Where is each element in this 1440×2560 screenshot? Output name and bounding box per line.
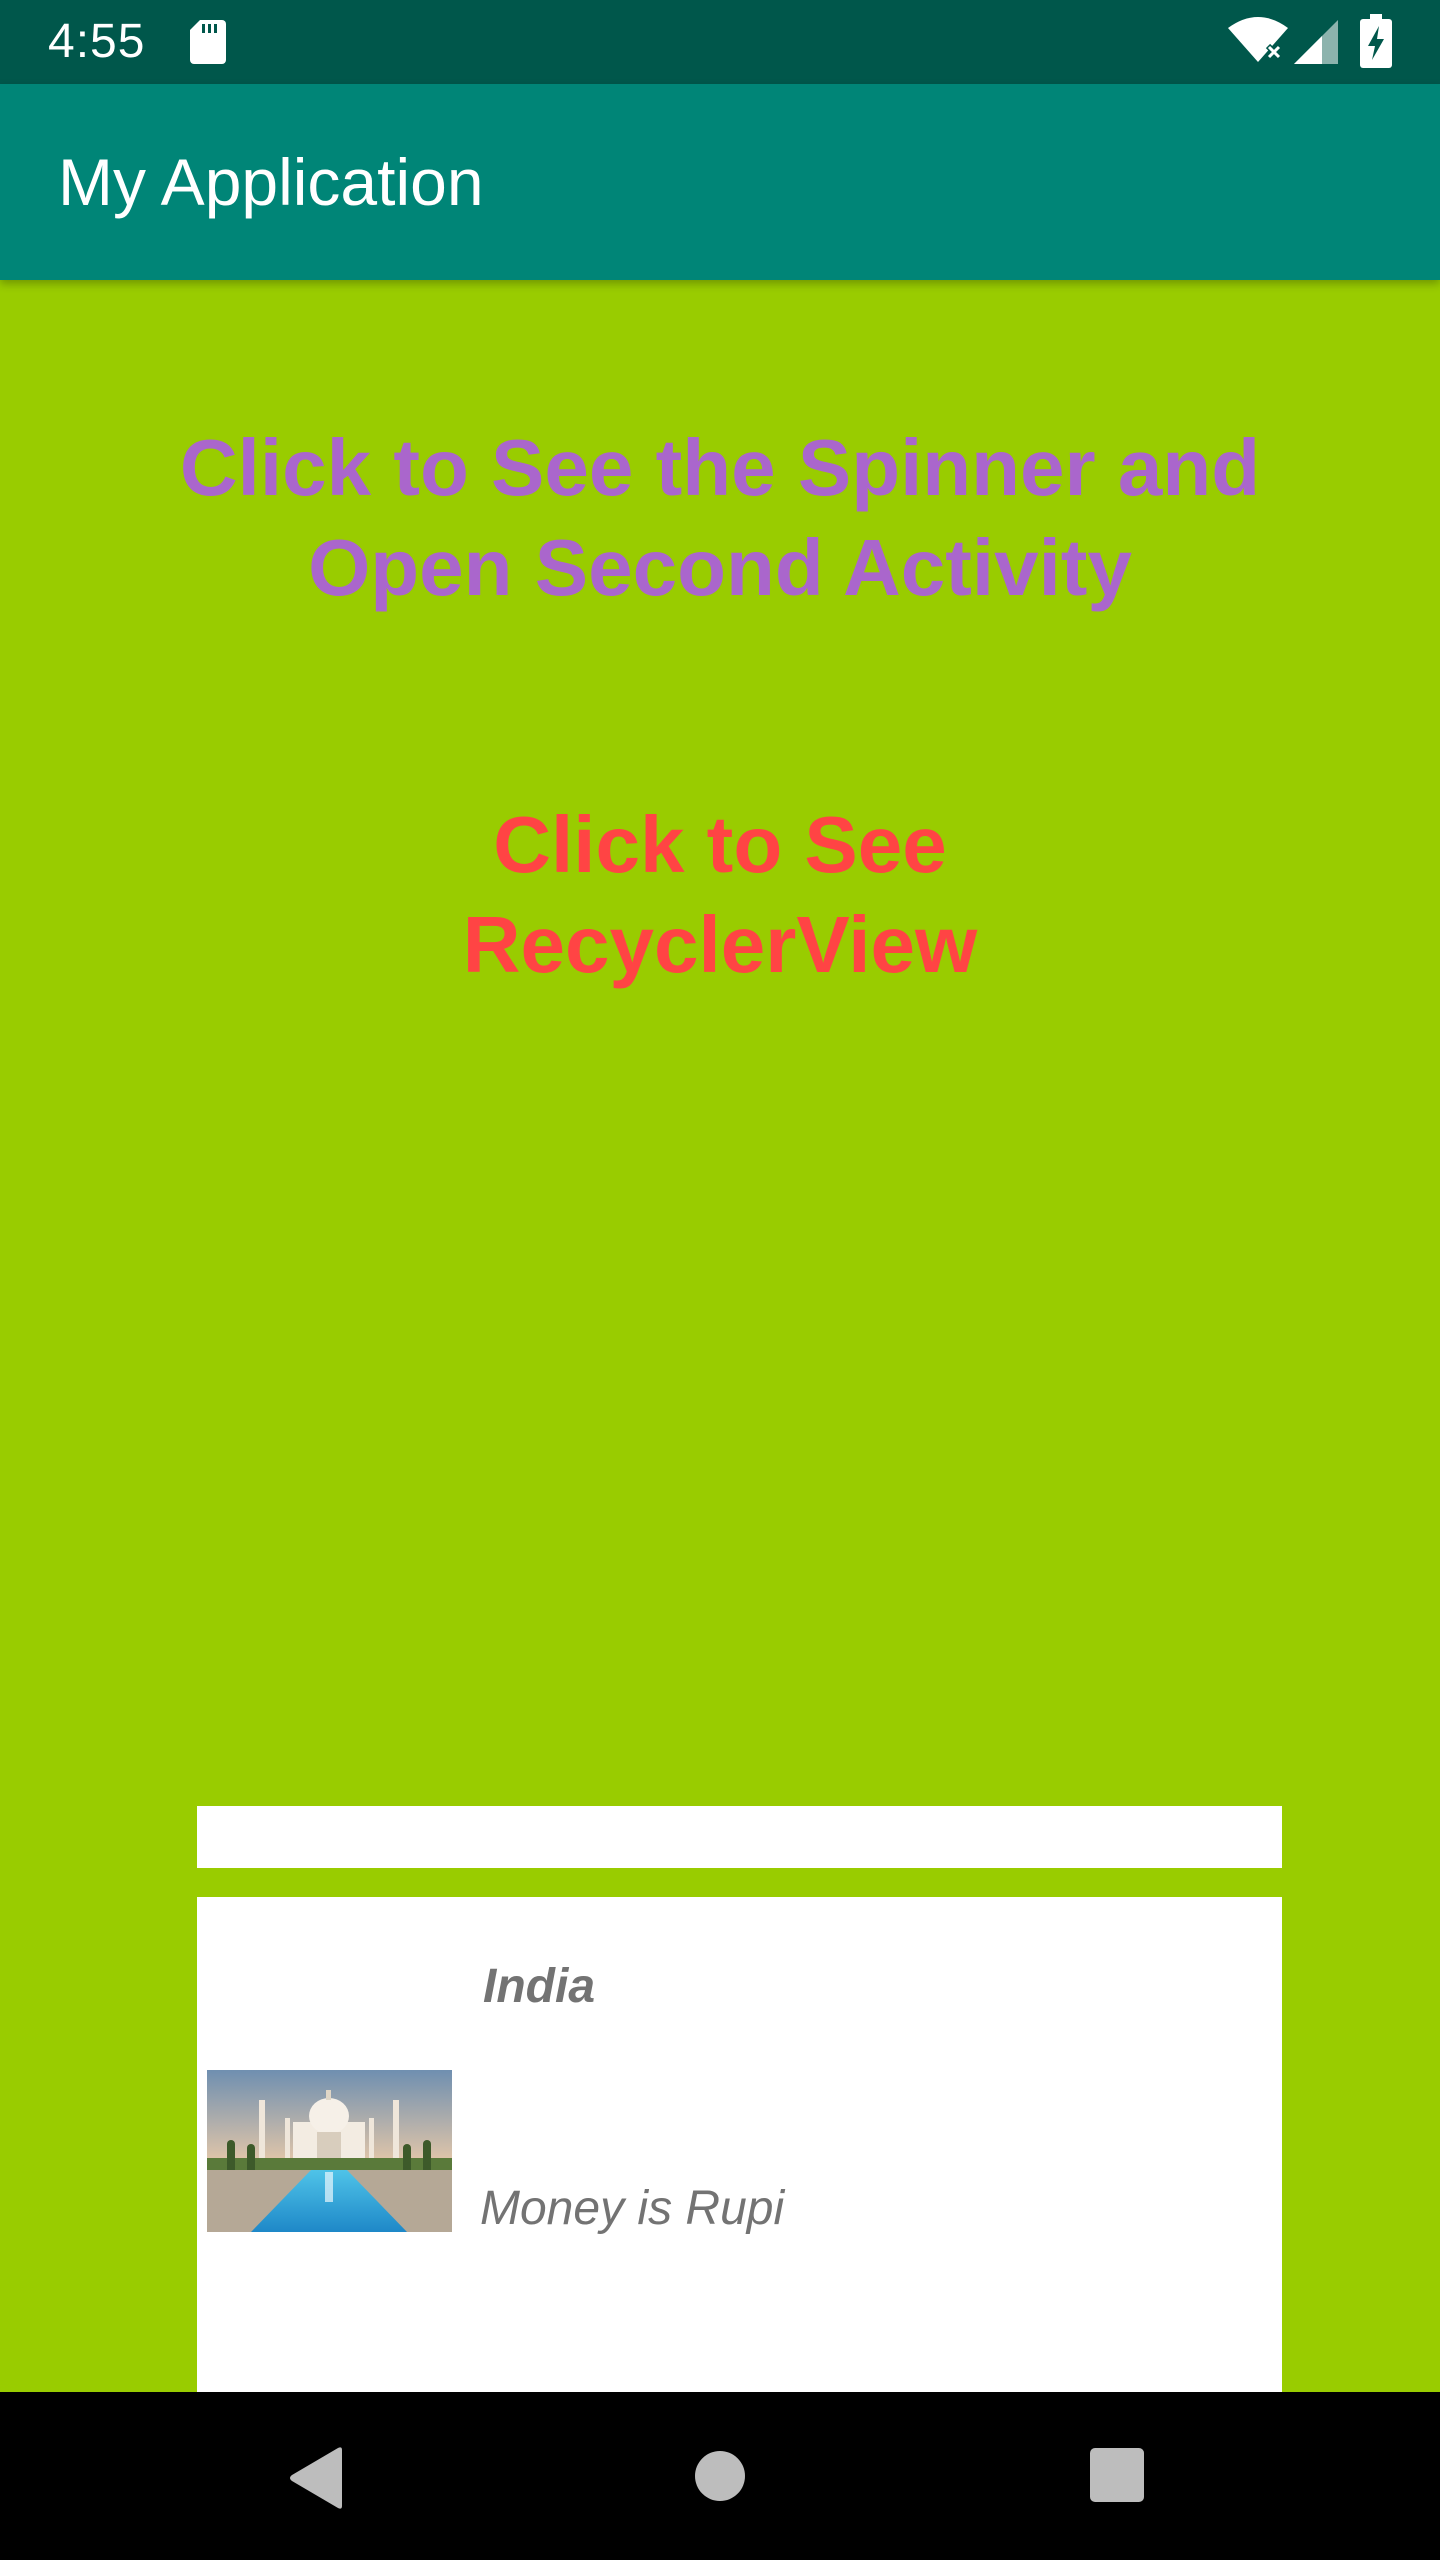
taj-mahal-image <box>207 2070 452 2232</box>
screen: 4:55 My Application Click to See the Spi… <box>0 0 1440 2560</box>
card-title: India <box>483 1960 596 2013</box>
spinner-link-line1: Click to See the Spinner and <box>179 423 1261 512</box>
recycler-link-line2: RecyclerView <box>462 900 978 989</box>
app-bar: My Application <box>0 84 1440 280</box>
sd-card-icon <box>190 20 226 64</box>
cell-signal-icon <box>1294 20 1338 64</box>
status-bar: 4:55 <box>0 0 1440 84</box>
status-time: 4:55 <box>48 15 146 68</box>
spinner-link-line2: Open Second Activity <box>308 523 1132 612</box>
wifi-icon <box>1228 17 1288 62</box>
app-title: My Application <box>58 145 484 219</box>
home-icon[interactable] <box>694 2450 746 2502</box>
card-description: Money is Rupi <box>480 2182 785 2235</box>
recycler-card-partial[interactable] <box>197 1806 1282 1868</box>
recents-icon[interactable] <box>1090 2448 1144 2502</box>
recyclerview-link[interactable]: Click to See RecyclerView <box>0 795 1440 995</box>
spinner-activity-link[interactable]: Click to See the Spinner and Open Second… <box>0 418 1440 618</box>
recycler-card-india[interactable]: India Money is Rupi <box>197 1897 1282 2397</box>
navigation-bar <box>0 2392 1440 2560</box>
back-icon[interactable] <box>288 2446 348 2510</box>
battery-charging-icon <box>1360 14 1392 68</box>
recycler-link-line1: Click to See <box>493 800 947 889</box>
